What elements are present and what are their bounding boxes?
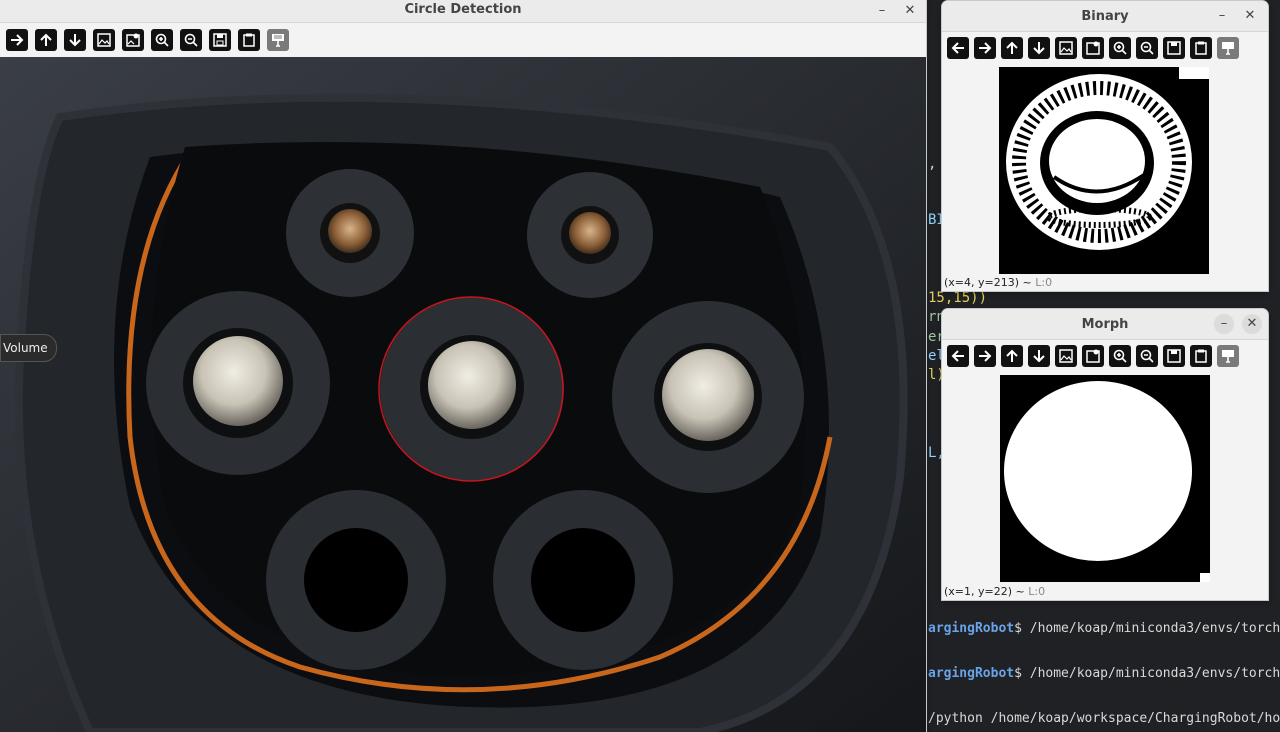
code-fragment: 15,15)) (928, 290, 988, 306)
arrow-down-icon[interactable] (64, 29, 86, 51)
minimize-button[interactable]: – (1212, 6, 1232, 26)
image-icon[interactable] (1055, 37, 1077, 59)
circle-detection-window: Circle Detection – ✕ (0, 0, 926, 732)
arrow-down-icon[interactable] (1028, 37, 1050, 59)
terminal-line: argingRobot$ /home/koap/miniconda3/envs/… (928, 621, 1280, 636)
arrow-left-icon[interactable] (947, 345, 969, 367)
arrow-left-icon[interactable] (947, 37, 969, 59)
save-icon[interactable] (209, 29, 231, 51)
properties-icon[interactable] (267, 29, 289, 51)
code-fragment: , (928, 156, 937, 172)
arrow-right-icon[interactable] (974, 37, 996, 59)
clipboard-icon[interactable] (1190, 37, 1212, 59)
image-settings-icon[interactable] (1082, 37, 1104, 59)
zoom-out-icon[interactable] (180, 29, 202, 51)
minimize-button[interactable]: – (1214, 314, 1234, 334)
terminal-line: /python /home/koap/workspace/ChargingRob… (928, 711, 1280, 726)
zoom-in-icon[interactable] (1109, 345, 1131, 367)
image-icon[interactable] (93, 29, 115, 51)
clipboard-icon[interactable] (1190, 345, 1212, 367)
terminal-line: argingRobot$ /home/koap/miniconda3/envs/… (928, 666, 1280, 681)
arrow-up-icon[interactable] (35, 29, 57, 51)
toolbar (0, 23, 926, 57)
close-button[interactable]: ✕ (1242, 314, 1262, 334)
zoom-out-icon[interactable] (1136, 345, 1158, 367)
save-icon[interactable] (1163, 345, 1185, 367)
titlebar[interactable]: Morph – ✕ (942, 309, 1268, 340)
window-title: Circle Detection (404, 2, 522, 17)
detection-image[interactable] (0, 57, 926, 732)
status-bar: (x=4, y=213) ~ L:0 (944, 276, 1053, 289)
image-settings-icon[interactable] (1082, 345, 1104, 367)
arrow-right-icon[interactable] (974, 345, 996, 367)
arrow-up-icon[interactable] (1001, 345, 1023, 367)
status-bar: (x=1, y=22) ~ L:0 (944, 585, 1046, 598)
minimize-button[interactable]: – (872, 1, 892, 21)
image-icon[interactable] (1055, 345, 1077, 367)
arrow-right-icon[interactable] (6, 29, 28, 51)
morph-window: Morph – ✕ (x=1, y=22) ~ L:0 (942, 309, 1268, 600)
binary-window: Binary – ✕ (x=4, y=213) ~ L:0 (942, 1, 1268, 291)
zoom-in-icon[interactable] (151, 29, 173, 51)
clipboard-icon[interactable] (238, 29, 260, 51)
toolbar (942, 340, 1268, 372)
arrow-down-icon[interactable] (1028, 345, 1050, 367)
volume-tooltip: Volume (0, 334, 57, 362)
binary-image[interactable] (999, 67, 1209, 274)
arrow-up-icon[interactable] (1001, 37, 1023, 59)
properties-icon[interactable] (1217, 37, 1239, 59)
toolbar (942, 32, 1268, 64)
zoom-in-icon[interactable] (1109, 37, 1131, 59)
save-icon[interactable] (1163, 37, 1185, 59)
morph-image[interactable] (1000, 375, 1210, 582)
close-button[interactable]: ✕ (900, 1, 920, 21)
titlebar[interactable]: Circle Detection – ✕ (0, 0, 926, 23)
image-settings-icon[interactable] (122, 29, 144, 51)
properties-icon[interactable] (1217, 345, 1239, 367)
close-button[interactable]: ✕ (1240, 6, 1260, 26)
titlebar[interactable]: Binary – ✕ (942, 1, 1268, 32)
zoom-out-icon[interactable] (1136, 37, 1158, 59)
